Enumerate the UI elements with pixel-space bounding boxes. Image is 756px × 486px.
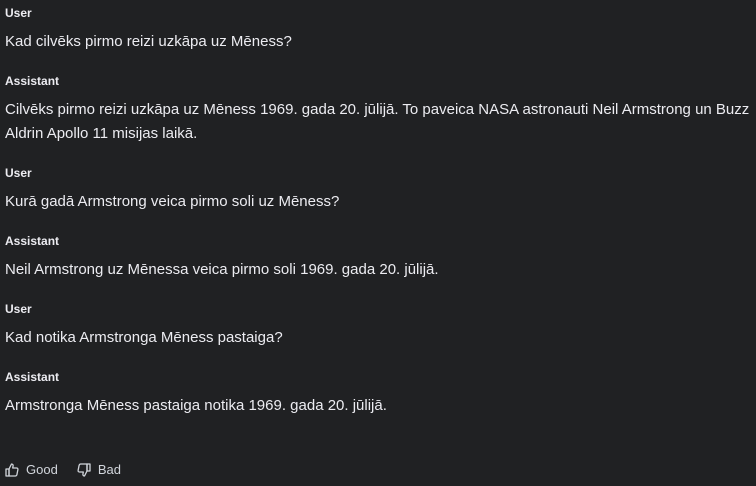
message-text: Kad cilvēks pirmo reizi uzkāpa uz Mēness…: [5, 33, 292, 50]
role-label: User: [5, 166, 32, 180]
conversation: User Kad cilvēks pirmo reizi uzkāpa uz M…: [5, 6, 753, 418]
good-label: Good: [26, 462, 58, 477]
role-label: Assistant: [5, 74, 60, 88]
role-label: Assistant: [5, 370, 60, 384]
good-button[interactable]: Good: [4, 462, 58, 478]
message-turn: Assistant Armstronga Mēness pastaiga not…: [5, 370, 753, 418]
feedback-bar: Good Bad: [4, 462, 121, 478]
message-text: Neil Armstrong uz Mēnessa veica pirmo so…: [5, 261, 439, 278]
message-text: Kad notika Armstronga Mēness pastaiga?: [5, 329, 283, 346]
message-turn: User Kad cilvēks pirmo reizi uzkāpa uz M…: [5, 6, 753, 54]
message-text: Cilvēks pirmo reizi uzkāpa uz Mēness 196…: [5, 101, 750, 142]
thumbs-down-icon: [76, 462, 92, 478]
bad-button[interactable]: Bad: [76, 462, 121, 478]
message-turn: User Kad notika Armstronga Mēness pastai…: [5, 302, 753, 350]
role-label: Assistant: [5, 234, 60, 248]
message-turn: User Kurā gadā Armstrong veica pirmo sol…: [5, 166, 753, 214]
thumbs-up-icon: [4, 462, 20, 478]
role-label: User: [5, 302, 32, 316]
message-text: Armstronga Mēness pastaiga notika 1969. …: [5, 397, 387, 414]
message-turn: Assistant Neil Armstrong uz Mēnessa veic…: [5, 234, 753, 282]
role-label: User: [5, 6, 32, 20]
message-text: Kurā gadā Armstrong veica pirmo soli uz …: [5, 193, 340, 210]
bad-label: Bad: [97, 462, 121, 477]
message-turn: Assistant Cilvēks pirmo reizi uzkāpa uz …: [5, 74, 753, 146]
